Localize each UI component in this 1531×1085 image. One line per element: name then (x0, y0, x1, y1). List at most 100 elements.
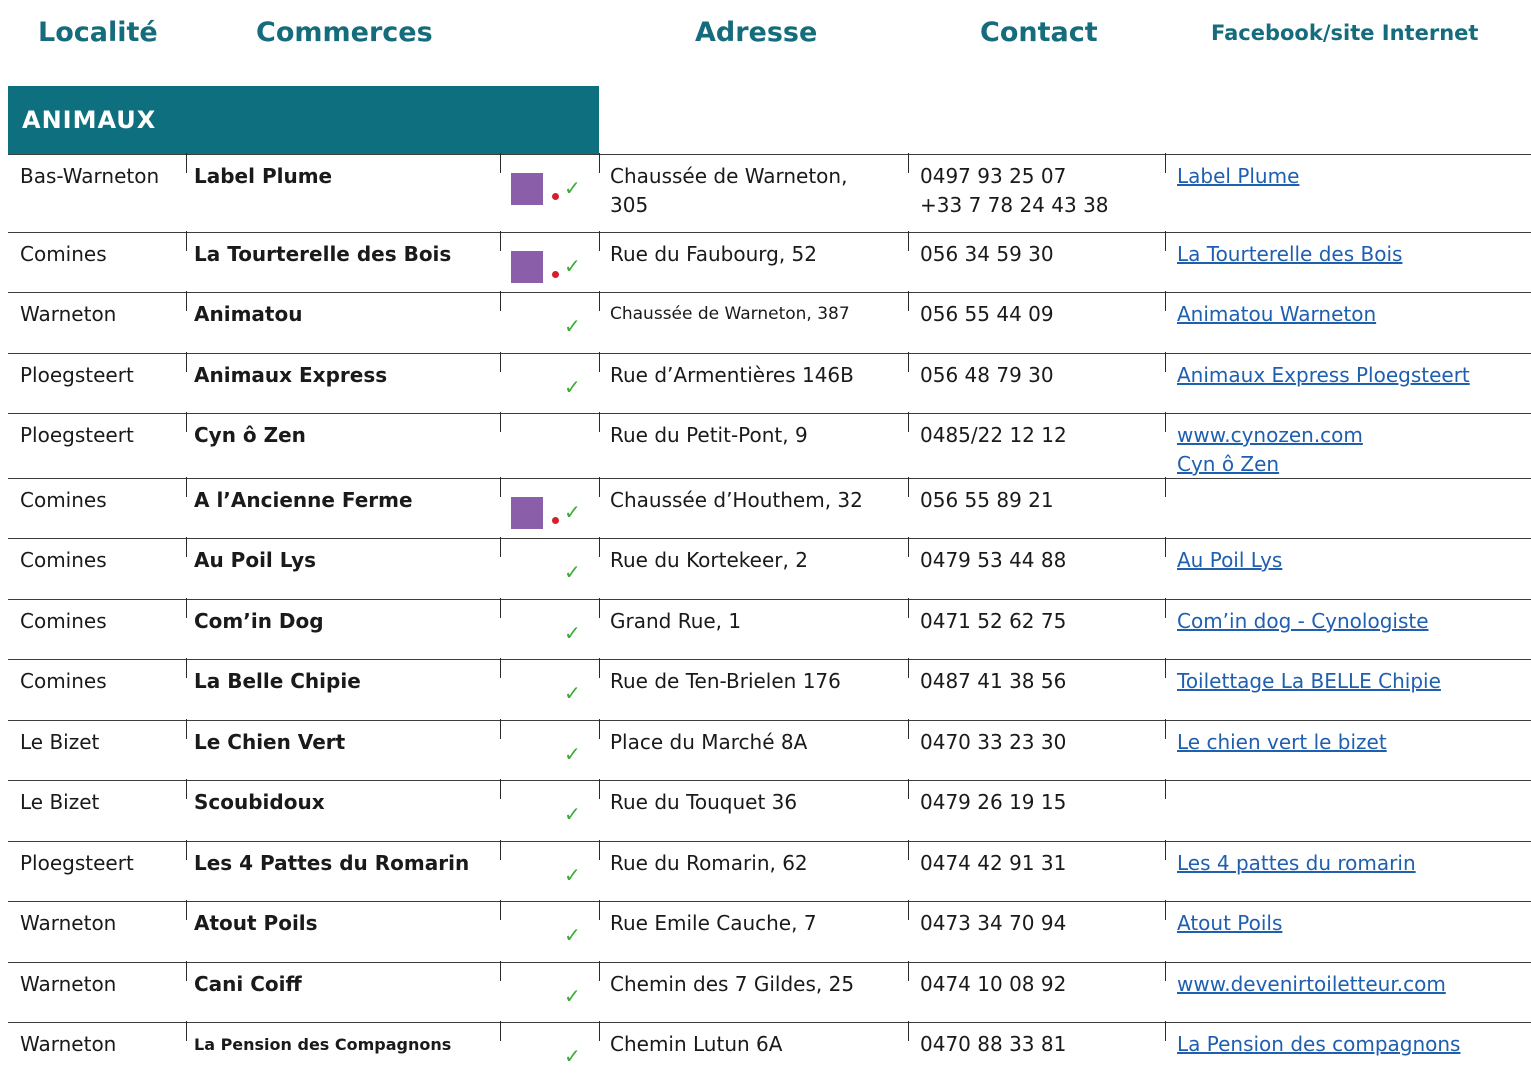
purple-square-icon (511, 251, 543, 283)
column-divider (1165, 537, 1166, 557)
column-divider (908, 961, 909, 981)
web-link[interactable]: Toilettage La BELLE Chipie (1177, 667, 1441, 696)
cell-contact: 0479 53 44 88 (920, 546, 1066, 575)
web-link[interactable]: Animatou Warneton (1177, 300, 1376, 329)
column-divider (908, 477, 909, 497)
column-divider (599, 900, 600, 920)
web-link[interactable]: www.devenirtoiletteur.com (1177, 970, 1446, 999)
cell-address: Chemin des 7 Gildes, 25 (610, 970, 854, 999)
green-check-icon: ✓ (564, 254, 581, 278)
web-link[interactable]: Au Poil Lys (1177, 546, 1282, 575)
cell-name: La Belle Chipie (194, 669, 361, 693)
phone-number: 0471 52 62 75 (920, 609, 1067, 633)
column-divider (500, 412, 501, 432)
address-line: Rue du Kortekeer, 2 (610, 548, 808, 572)
column-divider (186, 900, 187, 920)
table-row: Comines Au Poil Lys ✓ Rue du Kortekeer, 2 04… (8, 537, 1531, 599)
column-divider (599, 231, 600, 251)
cell-web: Au Poil Lys (1177, 546, 1282, 575)
column-divider (908, 153, 909, 173)
column-divider (1165, 1021, 1166, 1041)
phone-number: 056 34 59 30 (920, 242, 1054, 266)
cell-address: Chaussée de Warneton, 387 (610, 300, 850, 329)
table-row: Warneton La Pension des Compagnons ✓ Chemin… (8, 1021, 1531, 1085)
badge-group: ✓ (511, 793, 591, 827)
purple-square-icon (511, 497, 543, 529)
cell-name: Au Poil Lys (194, 548, 317, 572)
green-check-icon: ✓ (564, 176, 581, 200)
address-line: Rue du Touquet 36 (610, 790, 798, 814)
column-divider (599, 291, 600, 311)
web-link[interactable]: Label Plume (1177, 162, 1299, 191)
cell-localite: Ploegsteert (20, 363, 134, 387)
table-row: Comines A l’Ancienne Ferme ✓ Chaussée d’Hou… (8, 477, 1531, 538)
column-divider (1165, 352, 1166, 372)
header-contact: Contact (980, 17, 1098, 48)
badge-group: ✓ (511, 733, 591, 767)
column-divider (186, 658, 187, 678)
green-check-icon: ✓ (564, 560, 581, 584)
column-divider (186, 598, 187, 618)
cell-address: Rue du Romarin, 62 (610, 849, 808, 878)
column-divider (500, 352, 501, 372)
badge-group: ✓ (511, 612, 591, 646)
table-row: Bas-Warneton Label Plume ✓ Chaussée de Warn… (8, 153, 1531, 232)
cell-contact: 056 55 44 09 (920, 300, 1054, 329)
column-divider (908, 291, 909, 311)
cell-address: Rue d’Armentières 146B (610, 361, 854, 390)
cell-name: Les 4 Pattes du Romarin (194, 851, 470, 875)
column-divider (599, 658, 600, 678)
table-row: Comines La Belle Chipie ✓ Rue de Ten-Briele… (8, 658, 1531, 720)
cell-web: Animaux Express Ploegsteert (1177, 361, 1470, 390)
cell-web: Label Plume (1177, 162, 1299, 191)
column-divider (186, 352, 187, 372)
column-divider (908, 231, 909, 251)
web-link[interactable]: Les 4 pattes du romarin (1177, 849, 1416, 878)
address-line: 305 (610, 193, 649, 217)
address-line: Chaussée de Warneton, 387 (610, 304, 850, 324)
cell-contact: 0470 88 33 81 (920, 1030, 1066, 1059)
column-divider (1165, 779, 1166, 799)
cell-web: La Tourterelle des Bois (1177, 240, 1402, 269)
phone-number: 0473 34 70 94 (920, 911, 1067, 935)
column-divider (1165, 598, 1166, 618)
badge-group: ✓ (511, 854, 591, 888)
cell-name: Animatou (194, 302, 303, 326)
cell-contact: 0487 41 38 56 (920, 667, 1066, 696)
cell-web: Atout Poils (1177, 909, 1282, 938)
cell-web: Com’in dog - Cynologiste (1177, 607, 1429, 636)
web-link[interactable]: Atout Poils (1177, 909, 1282, 938)
cell-localite: Comines (20, 488, 107, 512)
badge-group: ✓ (511, 491, 591, 529)
cell-address: Rue de Ten-Brielen 176 (610, 667, 841, 696)
column-divider (908, 658, 909, 678)
cell-web: www.devenirtoiletteur.com (1177, 970, 1446, 999)
column-divider (599, 719, 600, 739)
column-divider (500, 840, 501, 860)
column-divider (599, 840, 600, 860)
table-row: Warneton Atout Poils ✓ Rue Emile Cauche, 7 0… (8, 900, 1531, 962)
phone-number: 056 48 79 30 (920, 363, 1054, 387)
cell-address: Rue du Faubourg, 52 (610, 240, 817, 269)
header-web: Facebook/site Internet (1211, 21, 1479, 45)
green-check-icon: ✓ (564, 863, 581, 887)
web-link[interactable]: La Pension des compagnons (1177, 1030, 1460, 1059)
column-divider (908, 779, 909, 799)
cell-address: Rue du Petit-Pont, 9 (610, 421, 808, 450)
phone-number: 0497 93 25 07 (920, 164, 1067, 188)
badge-group: ✓ (511, 245, 591, 283)
web-link[interactable]: Cyn ô Zen (1177, 450, 1363, 479)
cell-name: Scoubidoux (194, 790, 325, 814)
cell-web: Toilettage La BELLE Chipie (1177, 667, 1441, 696)
cell-contact: 0473 34 70 94 (920, 909, 1066, 938)
web-link[interactable]: Com’in dog - Cynologiste (1177, 607, 1429, 636)
address-line: Rue du Romarin, 62 (610, 851, 808, 875)
web-link[interactable]: Le chien vert le bizet (1177, 728, 1387, 757)
column-divider (186, 537, 187, 557)
web-link[interactable]: Animaux Express Ploegsteert (1177, 361, 1470, 390)
badge-group: ✓ (511, 167, 591, 205)
web-link[interactable]: www.cynozen.com (1177, 421, 1363, 450)
web-link[interactable]: La Tourterelle des Bois (1177, 240, 1402, 269)
green-check-icon: ✓ (564, 375, 581, 399)
cell-localite: Ploegsteert (20, 423, 134, 447)
